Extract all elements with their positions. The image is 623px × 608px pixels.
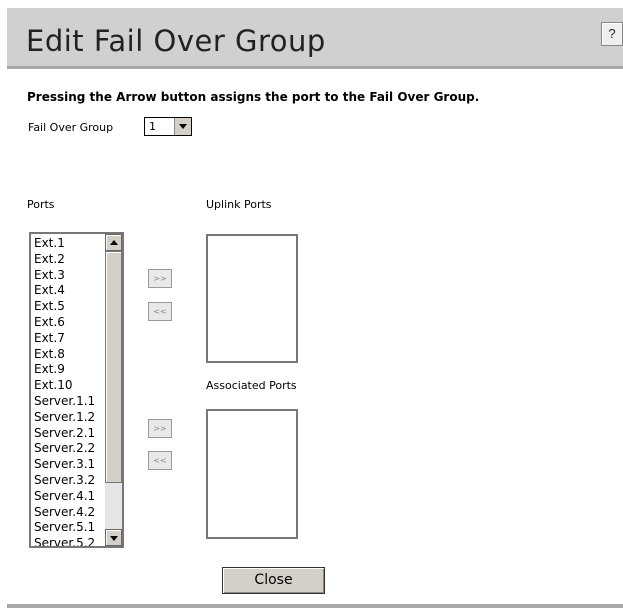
list-item[interactable]: Ext.5 xyxy=(34,299,106,315)
list-item[interactable]: Server.3.1 xyxy=(34,457,106,473)
ports-list: Ext.1 Ext.2 Ext.3 Ext.4 Ext.5 Ext.6 Ext.… xyxy=(34,236,106,546)
list-item[interactable]: Server.5.2 xyxy=(34,536,106,546)
associated-ports-label: Associated Ports xyxy=(206,379,297,392)
uplink-ports-listbox[interactable] xyxy=(206,234,298,363)
chevron-down-icon xyxy=(179,124,187,129)
scroll-down-button[interactable] xyxy=(105,529,122,546)
ports-label: Ports xyxy=(27,198,55,211)
associated-ports-listbox[interactable] xyxy=(206,409,298,539)
list-item[interactable]: Ext.3 xyxy=(34,268,106,284)
add-associated-button[interactable]: >> xyxy=(148,419,172,438)
list-item[interactable]: Server.4.1 xyxy=(34,489,106,505)
scrollbar-thumb[interactable] xyxy=(105,251,122,483)
bottom-divider xyxy=(7,604,623,608)
list-item[interactable]: Server.2.1 xyxy=(34,426,106,442)
list-item[interactable]: Server.4.2 xyxy=(34,505,106,521)
list-item[interactable]: Ext.8 xyxy=(34,347,106,363)
remove-associated-button[interactable]: << xyxy=(148,451,172,470)
list-item[interactable]: Ext.1 xyxy=(34,236,106,252)
list-item[interactable]: Server.5.1 xyxy=(34,520,106,536)
page-title: Edit Fail Over Group xyxy=(26,24,326,58)
list-item[interactable]: Ext.4 xyxy=(34,283,106,299)
edit-fail-over-group-dialog: Edit Fail Over Group ? Pressing the Arro… xyxy=(7,8,623,608)
ports-listbox[interactable]: Ext.1 Ext.2 Ext.3 Ext.4 Ext.5 Ext.6 Ext.… xyxy=(29,232,124,548)
instruction-text: Pressing the Arrow button assigns the po… xyxy=(27,90,480,104)
list-item[interactable]: Server.3.2 xyxy=(34,473,106,489)
list-item[interactable]: Server.1.2 xyxy=(34,410,106,426)
list-item[interactable]: Ext.9 xyxy=(34,362,106,378)
fail-over-group-label: Fail Over Group xyxy=(28,121,114,134)
scroll-up-button[interactable] xyxy=(105,234,122,251)
list-item[interactable]: Server.2.2 xyxy=(34,441,106,457)
help-button[interactable]: ? xyxy=(601,22,623,46)
close-button[interactable]: Close xyxy=(222,567,325,594)
fail-over-group-value: 1 xyxy=(149,120,156,133)
list-item[interactable]: Ext.10 xyxy=(34,378,106,394)
chevron-up-icon xyxy=(110,240,118,245)
remove-uplink-button[interactable]: << xyxy=(148,302,172,321)
chevron-down-icon xyxy=(110,536,118,541)
ports-scrollbar[interactable] xyxy=(105,234,122,546)
title-bar: Edit Fail Over Group ? xyxy=(7,8,623,69)
list-item[interactable]: Ext.2 xyxy=(34,252,106,268)
add-uplink-button[interactable]: >> xyxy=(148,269,172,288)
uplink-ports-label: Uplink Ports xyxy=(206,198,272,211)
list-item[interactable]: Ext.6 xyxy=(34,315,106,331)
list-item[interactable]: Server.1.1 xyxy=(34,394,106,410)
list-item[interactable]: Ext.7 xyxy=(34,331,106,347)
fail-over-group-select[interactable]: 1 xyxy=(144,117,192,136)
dropdown-arrow-button[interactable] xyxy=(174,118,191,135)
